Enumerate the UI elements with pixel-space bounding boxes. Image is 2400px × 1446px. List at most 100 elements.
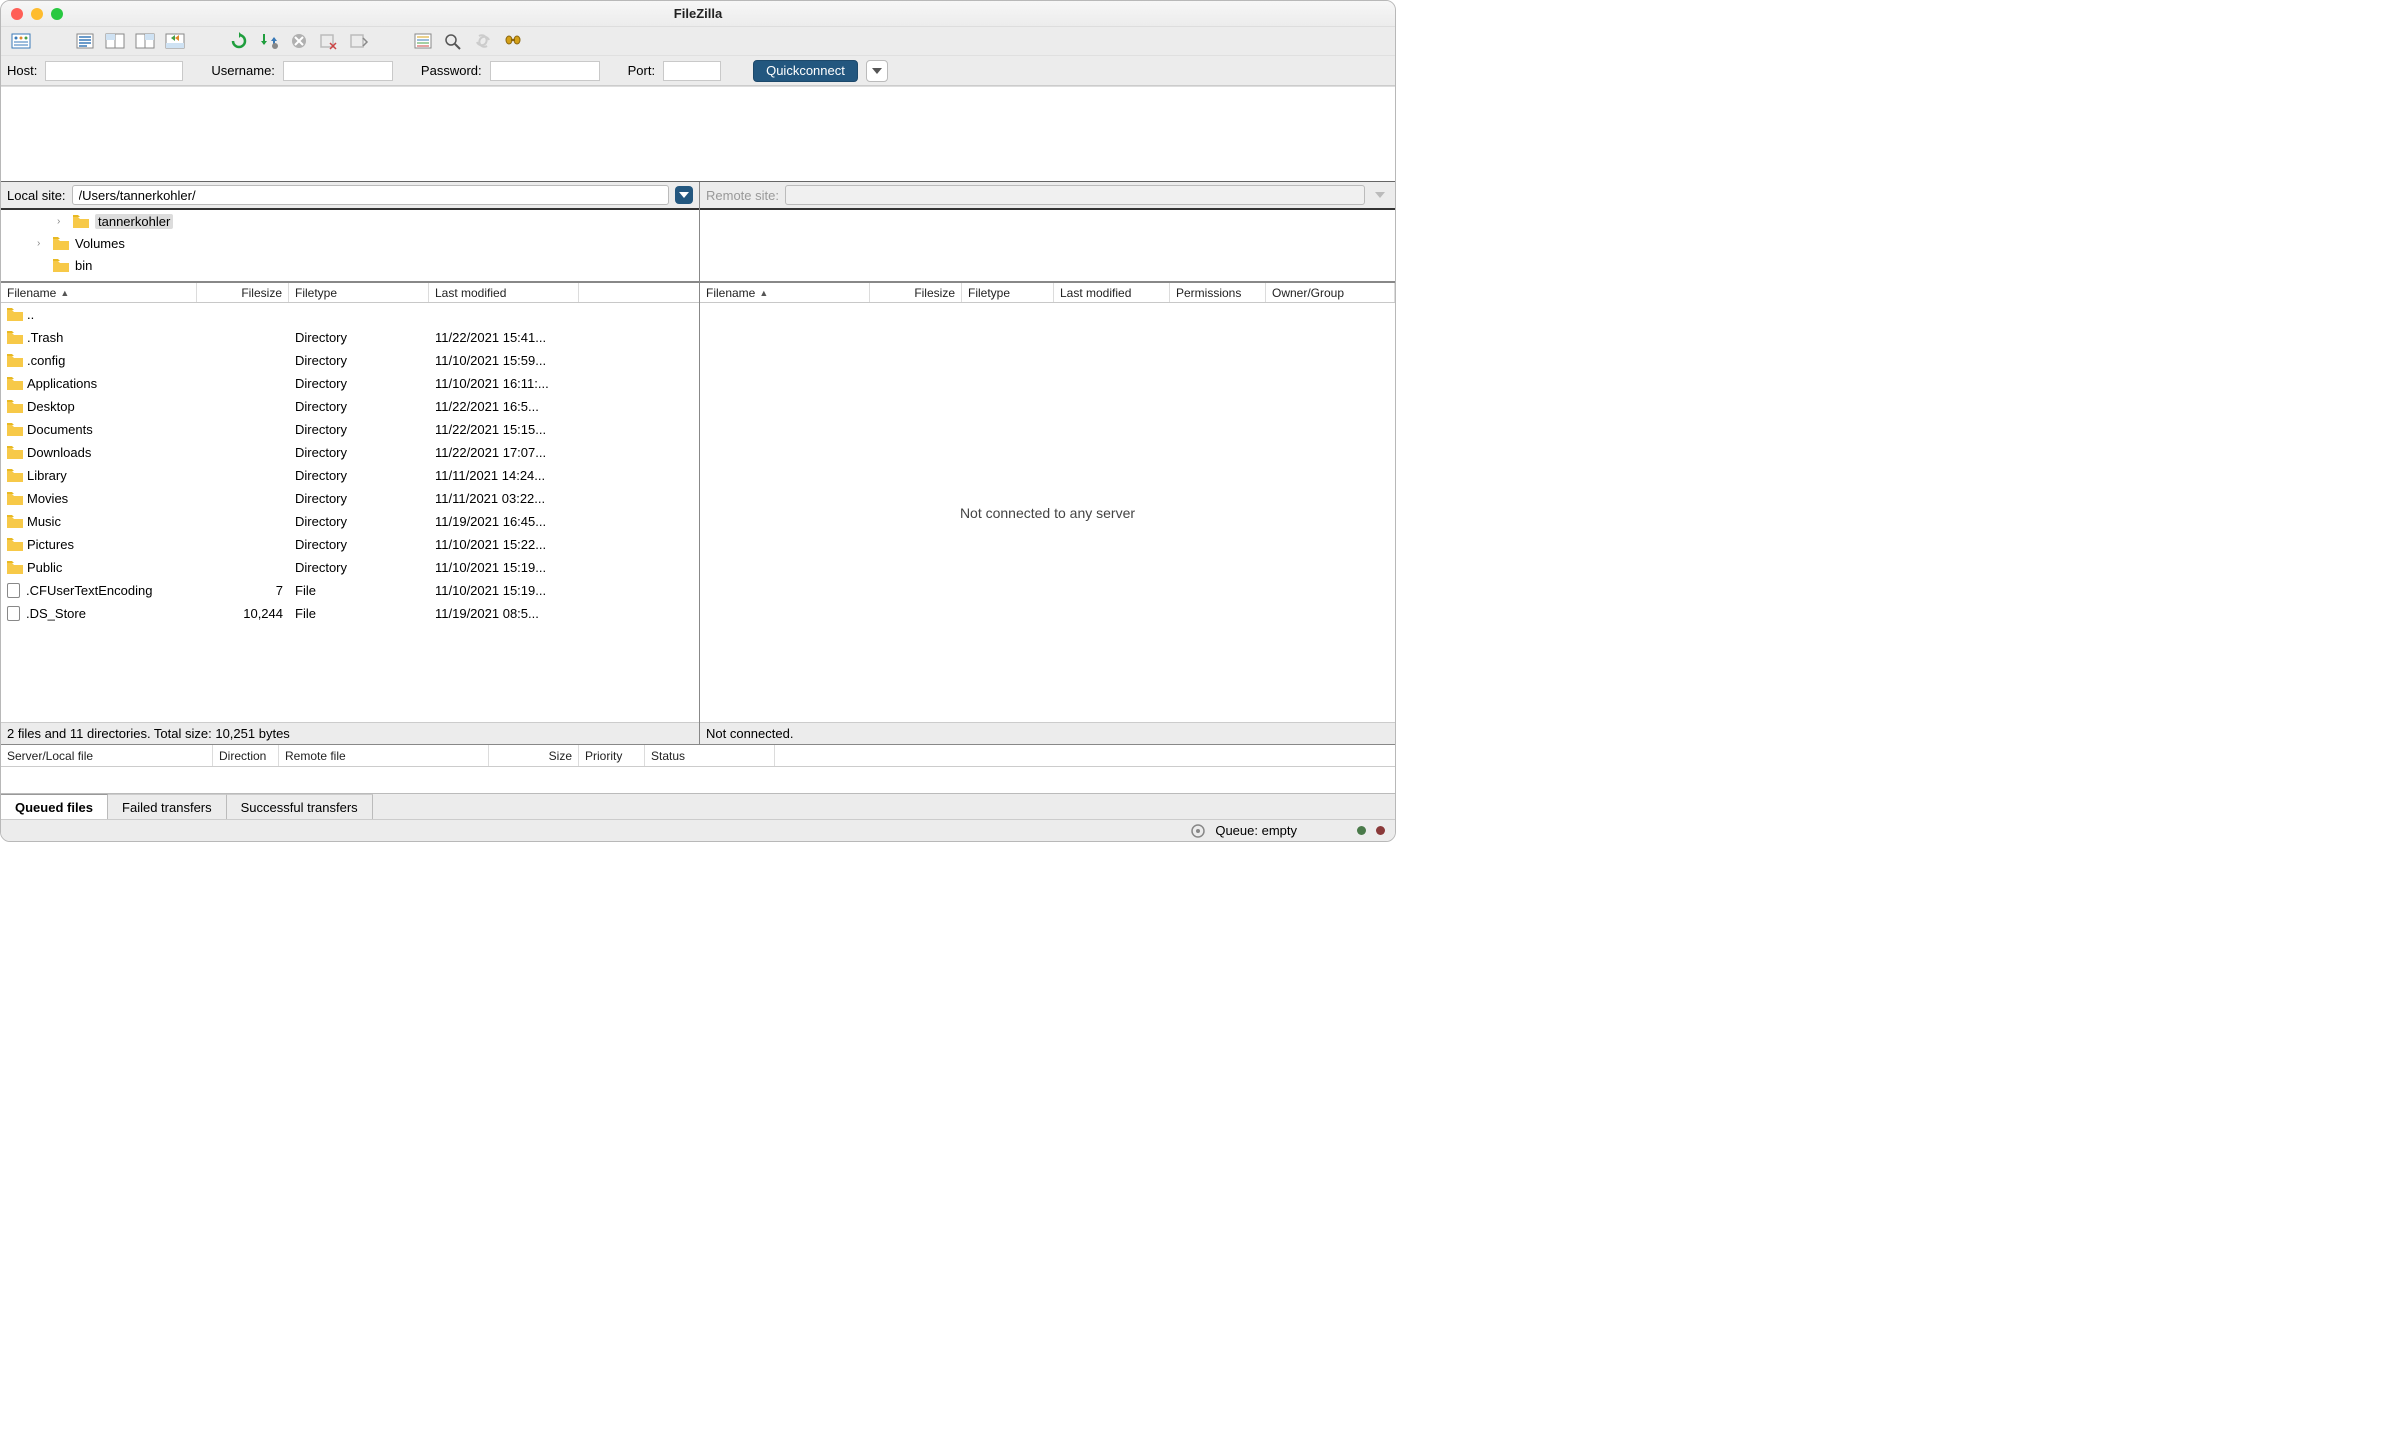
queue-column-header: Server/Local file Direction Remote file …: [1, 745, 1395, 767]
local-site-input[interactable]: [72, 185, 669, 205]
local-col-modified[interactable]: Last modified: [429, 283, 579, 302]
file-row[interactable]: DesktopDirectory11/22/2021 16:5...: [1, 395, 699, 418]
site-manager-button[interactable]: [9, 30, 33, 52]
filter-button[interactable]: [411, 30, 435, 52]
file-type: File: [289, 583, 429, 598]
titlebar: FileZilla: [1, 1, 1395, 27]
window-title: FileZilla: [1, 6, 1395, 21]
queue-col-remote[interactable]: Remote file: [279, 745, 489, 766]
host-input[interactable]: [45, 61, 183, 81]
queue-col-status[interactable]: Status: [645, 745, 775, 766]
tab-successful-transfers[interactable]: Successful transfers: [227, 794, 373, 819]
directory-compare-button[interactable]: [441, 30, 465, 52]
file-modified: 11/19/2021 08:5...: [429, 606, 579, 621]
file-row[interactable]: DownloadsDirectory11/22/2021 17:07...: [1, 441, 699, 464]
remote-file-list[interactable]: Not connected to any server: [700, 303, 1395, 722]
file-row[interactable]: .DS_Store10,244File11/19/2021 08:5...: [1, 602, 699, 625]
disconnect-button[interactable]: [317, 30, 341, 52]
file-name: .Trash: [27, 330, 63, 345]
expander-icon[interactable]: ›: [37, 238, 47, 249]
queue-list[interactable]: [1, 767, 1395, 793]
remote-col-filename[interactable]: Filename▲: [700, 283, 870, 302]
remote-site-bar: Remote site:: [700, 182, 1395, 210]
file-icon: [7, 583, 20, 598]
main-toolbar: [1, 27, 1395, 56]
local-file-list[interactable]: ...TrashDirectory11/22/2021 15:41....con…: [1, 303, 699, 722]
folder-icon: [53, 259, 69, 272]
folder-icon: [7, 469, 23, 482]
file-modified: 11/10/2021 15:59...: [429, 353, 579, 368]
tree-item[interactable]: › Volumes: [1, 232, 699, 254]
local-status: 2 files and 11 directories. Total size: …: [1, 722, 699, 744]
remote-site-input: [785, 185, 1365, 205]
local-site-bar: Local site:: [1, 182, 699, 210]
remote-tree[interactable]: [700, 210, 1395, 282]
file-row[interactable]: MoviesDirectory11/11/2021 03:22...: [1, 487, 699, 510]
file-type: Directory: [289, 422, 429, 437]
file-row[interactable]: ..: [1, 303, 699, 326]
port-input[interactable]: [663, 61, 721, 81]
expander-icon[interactable]: ›: [57, 216, 67, 227]
tree-item[interactable]: ›tannerkohler: [1, 210, 699, 232]
folder-icon: [7, 538, 23, 551]
file-row[interactable]: PublicDirectory11/10/2021 15:19...: [1, 556, 699, 579]
local-tree[interactable]: ›tannerkohler›Volumesbin: [1, 210, 699, 282]
file-row[interactable]: .configDirectory11/10/2021 15:59...: [1, 349, 699, 372]
file-type: Directory: [289, 330, 429, 345]
file-name: Music: [27, 514, 61, 529]
file-row[interactable]: LibraryDirectory11/11/2021 14:24...: [1, 464, 699, 487]
remote-col-filetype[interactable]: Filetype: [962, 283, 1054, 302]
local-col-filename[interactable]: Filename▲: [1, 283, 197, 302]
file-name: Library: [27, 468, 67, 483]
folder-icon: [7, 354, 23, 367]
transfer-settings-icon[interactable]: [1191, 824, 1205, 838]
cancel-button[interactable]: [287, 30, 311, 52]
file-modified: 11/19/2021 16:45...: [429, 514, 579, 529]
folder-icon: [7, 400, 23, 413]
folder-icon: [53, 237, 69, 250]
remote-col-permissions[interactable]: Permissions: [1170, 283, 1266, 302]
file-search-button[interactable]: [501, 30, 525, 52]
file-row[interactable]: ApplicationsDirectory11/10/2021 16:11:..…: [1, 372, 699, 395]
password-input[interactable]: [490, 61, 600, 81]
local-column-header: Filename▲ Filesize Filetype Last modifie…: [1, 283, 699, 303]
file-name: Downloads: [27, 445, 91, 460]
toggle-local-tree-button[interactable]: [103, 30, 127, 52]
remote-col-owner[interactable]: Owner/Group: [1266, 283, 1395, 302]
file-modified: 11/22/2021 15:41...: [429, 330, 579, 345]
file-row[interactable]: PicturesDirectory11/10/2021 15:22...: [1, 533, 699, 556]
toggle-log-button[interactable]: [73, 30, 97, 52]
local-site-dropdown-button[interactable]: [675, 186, 693, 204]
folder-icon: [73, 215, 89, 228]
tab-failed-transfers[interactable]: Failed transfers: [108, 794, 227, 819]
queue-col-priority[interactable]: Priority: [579, 745, 645, 766]
tree-item-label: Volumes: [75, 236, 125, 251]
activity-indicator-send-icon: [1376, 826, 1385, 835]
local-col-filesize[interactable]: Filesize: [197, 283, 289, 302]
toggle-remote-tree-button[interactable]: [133, 30, 157, 52]
file-row[interactable]: DocumentsDirectory11/22/2021 15:15...: [1, 418, 699, 441]
reconnect-button[interactable]: [347, 30, 371, 52]
file-modified: 11/10/2021 15:22...: [429, 537, 579, 552]
local-col-filetype[interactable]: Filetype: [289, 283, 429, 302]
quickconnect-button[interactable]: Quickconnect: [753, 60, 858, 82]
message-log[interactable]: [1, 86, 1395, 182]
tab-queued-files[interactable]: Queued files: [1, 794, 108, 819]
remote-col-modified[interactable]: Last modified: [1054, 283, 1170, 302]
queue-col-server[interactable]: Server/Local file: [1, 745, 213, 766]
tree-item[interactable]: bin: [1, 254, 699, 276]
toggle-queue-button[interactable]: [163, 30, 187, 52]
username-input[interactable]: [283, 61, 393, 81]
refresh-button[interactable]: [227, 30, 251, 52]
queue-col-size[interactable]: Size: [489, 745, 579, 766]
process-queue-button[interactable]: [257, 30, 281, 52]
sync-browse-button[interactable]: [471, 30, 495, 52]
remote-col-filesize[interactable]: Filesize: [870, 283, 962, 302]
file-row[interactable]: Music Directory11/19/2021 16:45...: [1, 510, 699, 533]
quickconnect-history-button[interactable]: [866, 60, 888, 82]
folder-icon: [7, 308, 23, 321]
file-row[interactable]: .CFUserTextEncoding7File11/10/2021 15:19…: [1, 579, 699, 602]
queue-col-direction[interactable]: Direction: [213, 745, 279, 766]
file-type: Directory: [289, 514, 429, 529]
file-row[interactable]: .Trash Directory11/22/2021 15:41...: [1, 326, 699, 349]
